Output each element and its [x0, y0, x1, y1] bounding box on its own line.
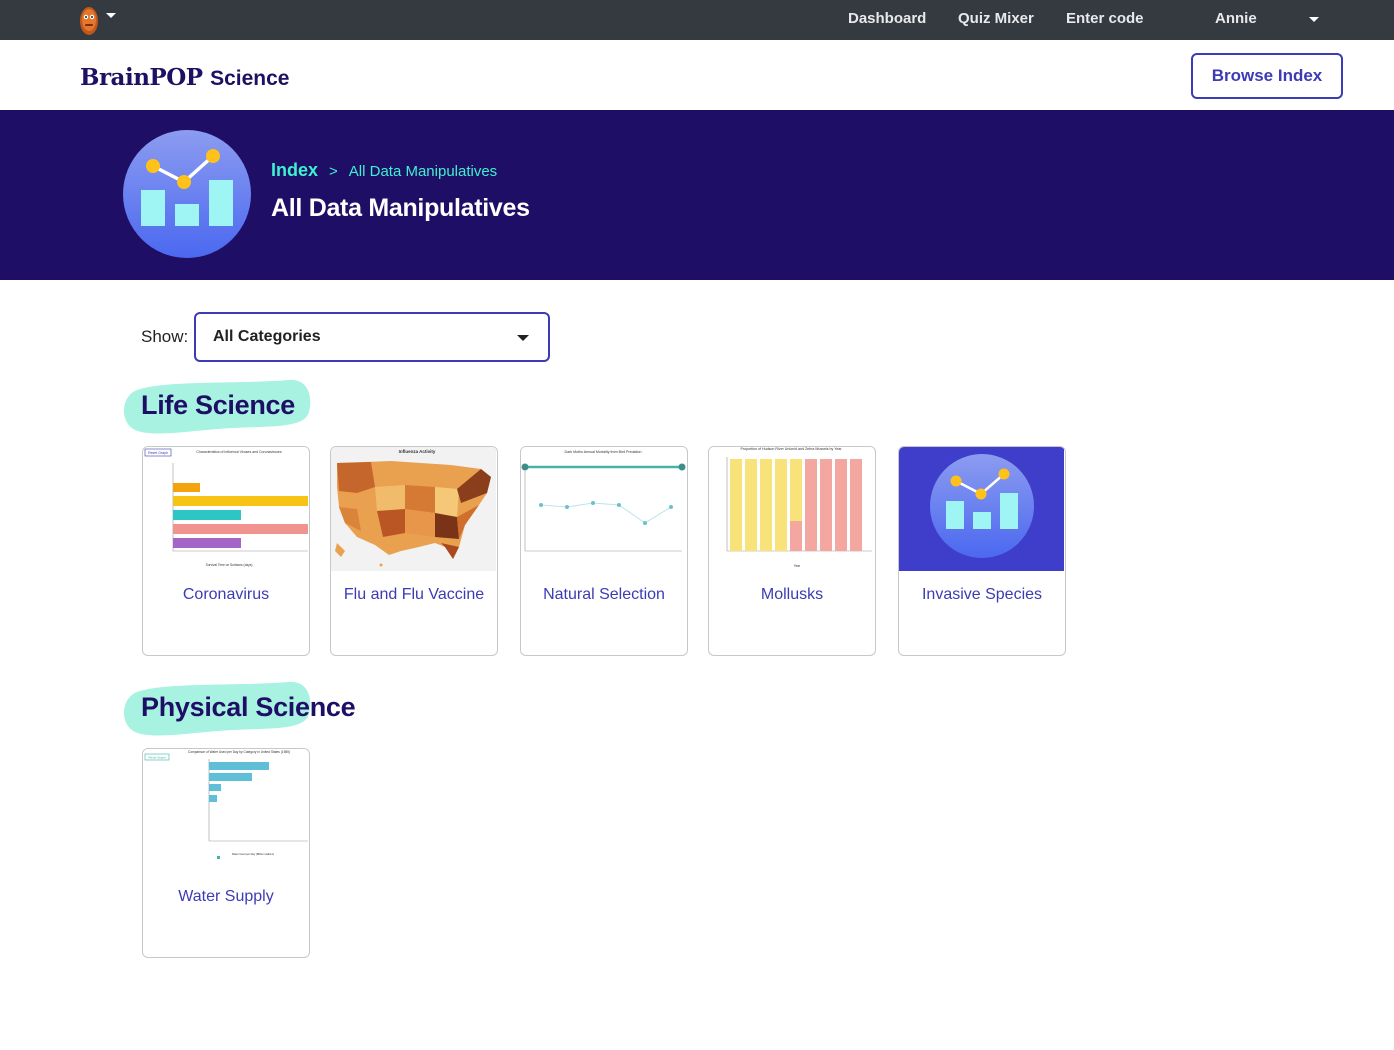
section-title: Physical Science [141, 692, 356, 722]
thumb-button-text: Reset Graph [148, 756, 165, 760]
logo-main: BrainPOP [80, 64, 203, 91]
card-flu-and-flu-vaccine[interactable]: Influenza Activity Flu and Flu Vaccine [330, 446, 498, 656]
chevron-down-icon[interactable] [106, 13, 116, 18]
browse-index-button[interactable]: Browse Index [1191, 53, 1343, 99]
card-label: Coronavirus [182, 586, 270, 603]
data-chart-icon [123, 130, 251, 258]
thumb-title-text: Dark Moths Annual Mortality from Bird Pr… [565, 450, 642, 454]
category-select-value: All Categories [213, 328, 321, 345]
breadcrumb-current: All Data Manipulatives [348, 163, 498, 180]
thumb-title-text: Influenza Activity [399, 449, 436, 454]
breadcrumb-separator: > [329, 163, 338, 180]
card-thumbnail: Influenza Activity [331, 447, 496, 571]
top-bar: Dashboard Quiz Mixer Enter code Annie [0, 0, 1394, 40]
moby-robot-icon[interactable] [78, 4, 100, 36]
card-label: Invasive Species [921, 586, 1043, 603]
breadcrumb-index-link[interactable]: Index [271, 160, 318, 181]
breadcrumb: Index > All Data Manipulatives [271, 160, 497, 181]
nav-enter-code[interactable]: Enter code [1066, 10, 1144, 27]
thumb-title-text: Comparison of Water Used per Day by Cate… [188, 750, 290, 754]
nav-quiz-mixer[interactable]: Quiz Mixer [958, 10, 1034, 27]
card-thumbnail: Reset Graph Comparison of Water Used per… [143, 749, 308, 873]
section-title: Life Science [141, 390, 295, 420]
card-thumbnail: Reset Graph Characteristics of Influenza… [143, 447, 308, 571]
card-coronavirus[interactable]: Reset Graph Characteristics of Influenza… [142, 446, 310, 656]
thumb-axis-text: Water Used per Day (Billion Gallons) [232, 852, 274, 856]
card-water-supply[interactable]: Reset Graph Comparison of Water Used per… [142, 748, 310, 958]
show-label: Show: [141, 327, 189, 346]
brainpop-science-logo[interactable]: BrainPOP Science [80, 64, 289, 91]
card-label: Flu and Flu Vaccine [343, 586, 485, 603]
nav-dashboard[interactable]: Dashboard [848, 10, 926, 27]
thumb-title-text: Characteristics of Influenza Viruses and… [196, 450, 281, 454]
card-label: Natural Selection [543, 586, 665, 603]
chevron-down-icon[interactable] [1309, 17, 1319, 22]
site-header: BrainPOP Science Browse Index [0, 40, 1394, 110]
card-thumbnail: Proportion of Hudson River Unionid and Z… [709, 447, 874, 571]
card-invasive-species[interactable]: Invasive Species [898, 446, 1066, 656]
card-thumbnail: Dark Moths Annual Mortality from Bird Pr… [521, 447, 686, 571]
category-select[interactable]: All Categories [194, 312, 550, 362]
card-natural-selection[interactable]: Dark Moths Annual Mortality from Bird Pr… [520, 446, 688, 656]
chevron-down-icon [517, 335, 529, 341]
thumb-button-text: Reset Graph [148, 451, 168, 455]
card-label: Water Supply [178, 888, 274, 905]
card-label: Mollusks [760, 586, 824, 603]
logo-sub: Science [210, 67, 290, 90]
card-thumbnail [899, 447, 1064, 571]
card-mollusks[interactable]: Proportion of Hudson River Unionid and Z… [708, 446, 876, 656]
page-banner: Index > All Data Manipulatives All Data … [0, 110, 1394, 280]
user-menu-name[interactable]: Annie [1215, 10, 1257, 27]
thumb-axis-text: Survival Time on Surfaces (days) [206, 563, 253, 567]
thumb-title-text: Proportion of Hudson River Unionid and Z… [740, 447, 842, 451]
thumb-axis-text: Year [794, 564, 801, 568]
page-title: All Data Manipulatives [271, 194, 530, 222]
